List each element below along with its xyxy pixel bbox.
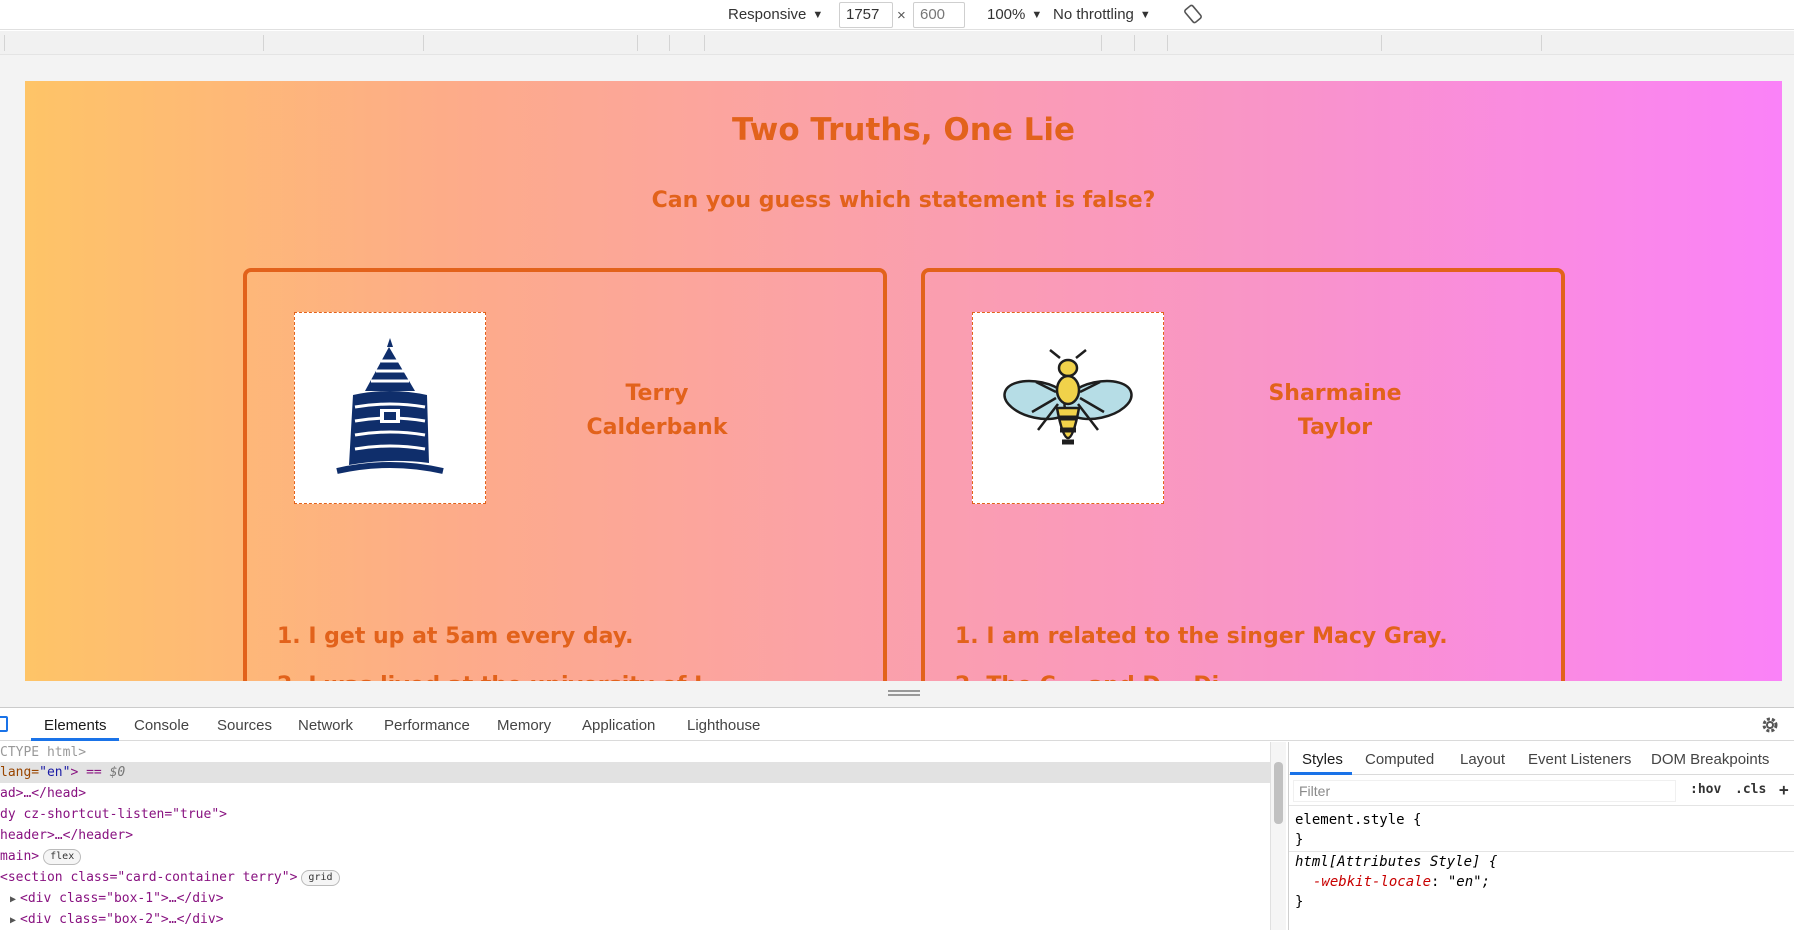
flex-badge[interactable]: flex bbox=[43, 848, 82, 865]
style-value: "en"; bbox=[1447, 874, 1491, 890]
style-colon: : bbox=[1431, 874, 1448, 890]
rule-element-style-selector[interactable]: element.style { bbox=[1295, 810, 1421, 830]
dom-attr-value: "en" bbox=[39, 765, 71, 780]
tab-computed[interactable]: Computed bbox=[1365, 751, 1434, 768]
scrollbar-thumb[interactable] bbox=[1274, 762, 1283, 824]
viewport-height-input[interactable]: 600 bbox=[913, 2, 965, 28]
chevron-down-icon: ▼ bbox=[1139, 8, 1151, 21]
page-title: Two Truths, One Lie bbox=[731, 112, 1076, 148]
hov-toggle[interactable]: :hov bbox=[1690, 782, 1721, 797]
expand-triangle-icon[interactable]: ▶ bbox=[10, 889, 16, 910]
rule-close: } bbox=[1295, 832, 1304, 848]
add-rule-button[interactable]: + bbox=[1779, 780, 1789, 799]
first-name: Sharmaine bbox=[1268, 381, 1402, 406]
active-tab-indicator bbox=[31, 738, 119, 741]
dom-node-html[interactable]: lang="en"> == $0 bbox=[0, 762, 1270, 783]
cls-toggle[interactable]: .cls bbox=[1735, 782, 1766, 797]
device-mode-label: Responsive bbox=[728, 6, 807, 23]
statement-item[interactable]: 1. I am related to the singer Macy Gray. bbox=[955, 624, 1448, 649]
chevron-down-icon: ▼ bbox=[1031, 8, 1043, 21]
tab-event-listeners[interactable]: Event Listeners bbox=[1528, 751, 1631, 768]
tab-lighthouse[interactable]: Lighthouse bbox=[687, 717, 760, 734]
tab-sources[interactable]: Sources bbox=[217, 717, 272, 734]
tab-network[interactable]: Network bbox=[298, 717, 353, 734]
throttling-dropdown[interactable]: No throttling ▼ bbox=[1053, 6, 1151, 23]
card-sharmaine: Sharmaine Taylor 1. I am related to the … bbox=[921, 268, 1565, 681]
styles-pane: Styles Computed Layout Event Listeners D… bbox=[1288, 742, 1794, 930]
statement-item[interactable]: 2. The C... and D... Di... ... ... bbox=[955, 673, 1448, 681]
active-tab-indicator bbox=[1290, 772, 1352, 775]
dom-dollar-ref: $0 bbox=[109, 765, 126, 780]
last-name: Taylor bbox=[1297, 415, 1373, 440]
devtools-screen: { "device_toolbar": { "mode": "Responsiv… bbox=[0, 0, 1794, 930]
dom-node-body[interactable]: dy cz-shortcut-listen="true"> bbox=[0, 804, 1270, 825]
viewport-width-input[interactable]: 1757 bbox=[839, 2, 893, 28]
device-mode-dropdown[interactable]: Responsive ▼ bbox=[728, 6, 823, 23]
grid-badge[interactable]: grid bbox=[301, 869, 340, 886]
dom-tag: <section class="card-container terry"> bbox=[0, 870, 298, 885]
statement-list: 1. I am related to the singer Macy Gray.… bbox=[955, 624, 1448, 681]
tab-dom-breakpoints[interactable]: DOM Breakpoints bbox=[1651, 751, 1769, 768]
dom-node-box-1[interactable]: ▶ <div class="box-1">…</div> bbox=[0, 888, 1270, 909]
tab-layout[interactable]: Layout bbox=[1460, 751, 1505, 768]
dom-node-main[interactable]: main> flex bbox=[0, 846, 1270, 867]
device-toolbar: Responsive ▼ 1757 × 600 100% ▼ No thrott… bbox=[0, 0, 1794, 30]
gear-icon[interactable] bbox=[1760, 715, 1780, 735]
devtools-tab-bar: Elements Console Sources Network Perform… bbox=[0, 708, 1794, 741]
dom-node-box-2[interactable]: ▶ <div class="box-2">…</div> bbox=[0, 909, 1270, 930]
statement-item[interactable]: 1. I get up at 5am every day. bbox=[277, 624, 733, 649]
tab-elements[interactable]: Elements bbox=[44, 717, 107, 734]
tab-styles[interactable]: Styles bbox=[1302, 751, 1343, 768]
tab-application[interactable]: Application bbox=[582, 717, 655, 734]
card-name: Sharmaine Taylor bbox=[1225, 377, 1445, 445]
dom-attr: lang= bbox=[0, 765, 40, 780]
dom-tag: main> bbox=[0, 849, 40, 864]
resize-handle[interactable] bbox=[888, 690, 920, 696]
dom-tag: <div class="box-1">…</div> bbox=[20, 891, 224, 906]
emulated-page: Two Truths, One Lie Can you guess which … bbox=[25, 81, 1782, 681]
first-name: Terry bbox=[625, 381, 689, 406]
dom-node-head[interactable]: ad>…</head> bbox=[0, 783, 1270, 804]
card-name: Terry Calderbank bbox=[547, 377, 767, 445]
throttling-label: No throttling bbox=[1053, 6, 1134, 23]
statement-list: 1. I get up at 5am every day. 2. I was l… bbox=[277, 624, 733, 681]
dom-tag-end: > == bbox=[70, 765, 110, 780]
hat-logo-icon bbox=[336, 338, 444, 474]
rule-attributes-selector[interactable]: html[Attributes Style] { bbox=[1295, 852, 1497, 872]
chevron-down-icon: ▼ bbox=[812, 8, 824, 21]
style-declaration[interactable]: -webkit-locale: "en"; bbox=[1313, 872, 1490, 892]
dom-node-section[interactable]: <section class="card-container terry"> gr… bbox=[0, 867, 1270, 888]
statement-item[interactable]: 2. I was lived at the university of L... bbox=[277, 673, 733, 681]
bee-icon bbox=[1003, 349, 1133, 445]
zoom-label: 100% bbox=[987, 6, 1026, 23]
card-image bbox=[294, 312, 486, 504]
rotate-icon[interactable] bbox=[1183, 4, 1203, 24]
devtools-panel: Elements Console Sources Network Perform… bbox=[0, 707, 1794, 930]
elements-scrollbar[interactable] bbox=[1270, 742, 1286, 930]
rule-close: } bbox=[1295, 894, 1304, 910]
card-terry: Terry Calderbank 1. I get up at 5am ever… bbox=[243, 268, 887, 681]
tab-performance[interactable]: Performance bbox=[384, 717, 470, 734]
tab-console[interactable]: Console bbox=[134, 717, 189, 734]
dom-node-doctype[interactable]: CTYPE html> bbox=[0, 742, 1270, 763]
card-image bbox=[972, 312, 1164, 504]
media-query-bar[interactable] bbox=[0, 31, 1794, 55]
page-subtitle: Can you guess which statement is false? bbox=[651, 188, 1156, 213]
inspect-element-icon[interactable] bbox=[0, 716, 8, 732]
dom-tag: <div class="box-2">…</div> bbox=[20, 912, 224, 927]
dom-node-header[interactable]: header>…</header> bbox=[0, 825, 1270, 846]
styles-filter-input[interactable]: Filter bbox=[1293, 780, 1676, 802]
tab-memory[interactable]: Memory bbox=[497, 717, 551, 734]
styles-tab-bar: Styles Computed Layout Event Listeners D… bbox=[1289, 742, 1794, 775]
style-property: -webkit-locale bbox=[1313, 874, 1432, 890]
dimension-separator: × bbox=[897, 7, 906, 24]
elements-tree: CTYPE html> lang="en"> == $0 ad>…</head>… bbox=[0, 742, 1270, 930]
zoom-dropdown[interactable]: 100% ▼ bbox=[987, 6, 1042, 23]
expand-triangle-icon[interactable]: ▶ bbox=[10, 910, 16, 930]
styles-filter-row: Filter :hov .cls + bbox=[1289, 776, 1794, 806]
last-name: Calderbank bbox=[586, 415, 728, 440]
